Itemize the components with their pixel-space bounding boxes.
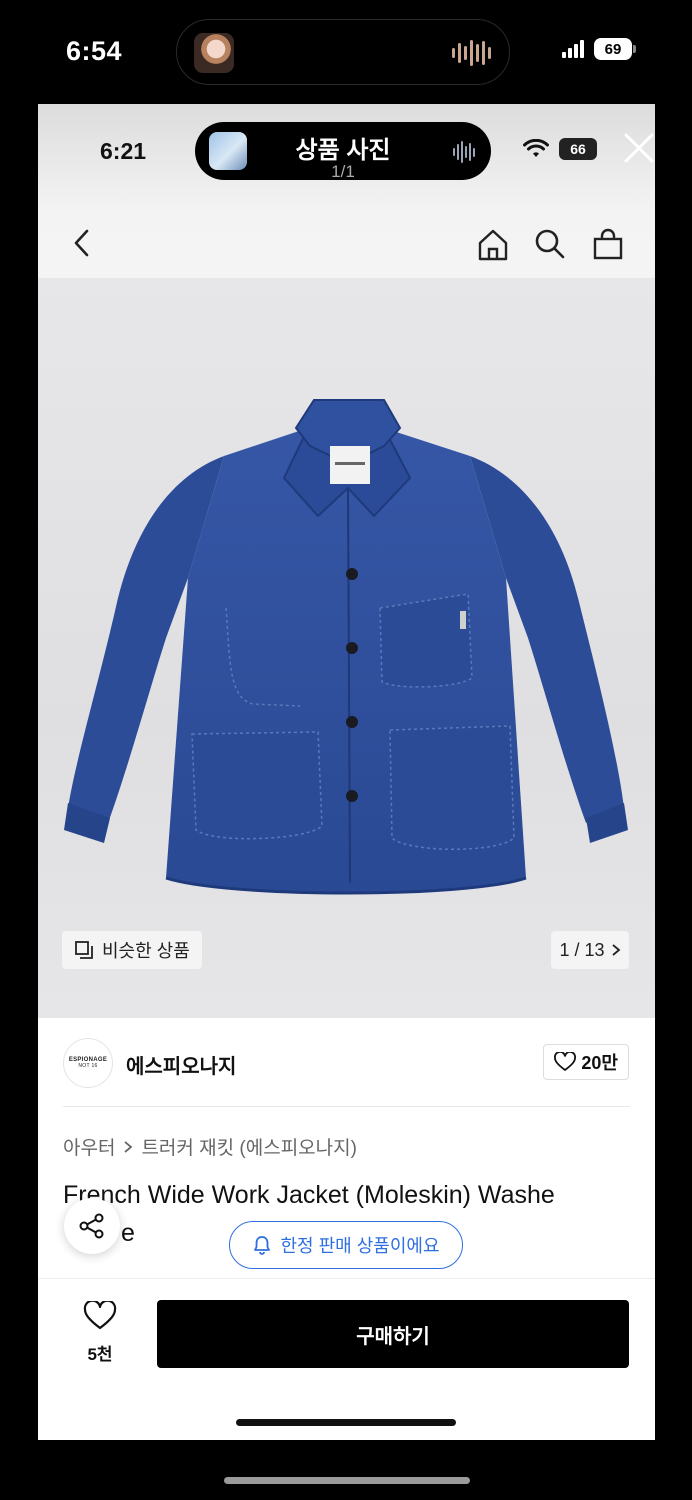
back-icon[interactable] <box>68 228 98 258</box>
outer-status-icons: 69 <box>562 38 636 60</box>
bottom-purchase-bar: 5천 구매하기 <box>38 1278 655 1440</box>
brand-like-count: 20만 <box>581 1053 618 1073</box>
outer-clock: 6:54 <box>66 36 123 66</box>
inner-audio-waveform-icon <box>453 140 475 164</box>
heart-icon <box>83 1299 117 1330</box>
bell-icon <box>254 1236 271 1255</box>
breadcrumb-subcategory[interactable]: 트러커 재킷 (에스피오나지) <box>141 1133 357 1160</box>
copy-squares-icon <box>75 941 93 959</box>
viewer-title: 상품 사진 <box>295 137 391 164</box>
inner-dynamic-island[interactable]: 상품 사진 1/1 <box>195 122 491 181</box>
wishlist-button[interactable]: 5천 <box>74 1299 126 1365</box>
shopping-bag-icon[interactable] <box>591 227 625 261</box>
product-nav-bar <box>38 214 655 278</box>
inner-battery-icon: 66 <box>559 138 597 160</box>
limited-sale-badge[interactable]: 한정 판매 상품이에요 <box>229 1221 463 1269</box>
inner-clock: 6:21 <box>100 138 147 164</box>
inner-header: 6:21 상품 사진 1/1 66 <box>38 104 655 278</box>
audio-waveform-icon <box>452 40 491 66</box>
breadcrumb: 아우터 트러커 재킷 (에스피오나지) <box>63 1133 357 1160</box>
image-counter-button[interactable]: 1 / 13 <box>551 931 629 969</box>
home-icon[interactable] <box>476 228 510 262</box>
breadcrumb-category[interactable]: 아우터 <box>63 1133 115 1160</box>
outer-dynamic-island[interactable] <box>176 19 510 85</box>
brand-like-button[interactable]: 20만 <box>543 1044 629 1080</box>
brand-logo[interactable]: ESPIONAGE NOT 16 <box>63 1038 113 1088</box>
now-playing-artwork <box>194 33 234 73</box>
chevron-right-icon <box>124 1140 133 1153</box>
share-icon <box>79 1213 104 1239</box>
jacket-product-image <box>64 399 628 895</box>
image-counter-text: 1 / 13 <box>559 939 605 960</box>
heart-icon <box>554 1052 577 1071</box>
inner-status-icons: 66 <box>523 138 597 160</box>
brand-name[interactable]: 에스피오나지 <box>126 1050 236 1079</box>
share-button[interactable] <box>64 1198 120 1254</box>
similar-products-button[interactable]: 비슷한 상품 <box>62 931 202 969</box>
divider <box>63 1106 630 1107</box>
chevron-right-icon <box>611 944 620 956</box>
cellular-signal-icon <box>562 40 584 58</box>
buy-button[interactable]: 구매하기 <box>157 1300 629 1368</box>
viewer-page-indicator: 1/1 <box>331 162 355 181</box>
similar-products-label: 비슷한 상품 <box>102 941 190 961</box>
brand-row[interactable]: ESPIONAGE NOT 16 에스피오나지 20만 <box>38 1018 655 1108</box>
limited-sale-label: 한정 판매 상품이에요 <box>280 1236 440 1256</box>
brand-logo-subtext: NOT 16 <box>78 1063 98 1069</box>
screenshot-viewer: 6:21 상품 사진 1/1 66 비슷한 상품 1 / 13 ESPIONAG… <box>38 104 655 1440</box>
search-icon[interactable] <box>534 228 566 260</box>
wifi-icon <box>523 139 549 157</box>
close-icon[interactable] <box>623 132 655 164</box>
outer-home-indicator <box>224 1477 470 1484</box>
outer-status-bar: 6:54 69 <box>0 0 692 100</box>
product-title-line1: French Wide Work Jacket (Moleskin) Washe <box>63 1181 555 1209</box>
product-image-gallery[interactable]: 비슷한 상품 1 / 13 <box>38 278 655 1018</box>
wishlist-count: 5천 <box>87 1345 113 1364</box>
battery-icon: 69 <box>594 38 636 60</box>
inner-home-indicator <box>236 1419 456 1426</box>
